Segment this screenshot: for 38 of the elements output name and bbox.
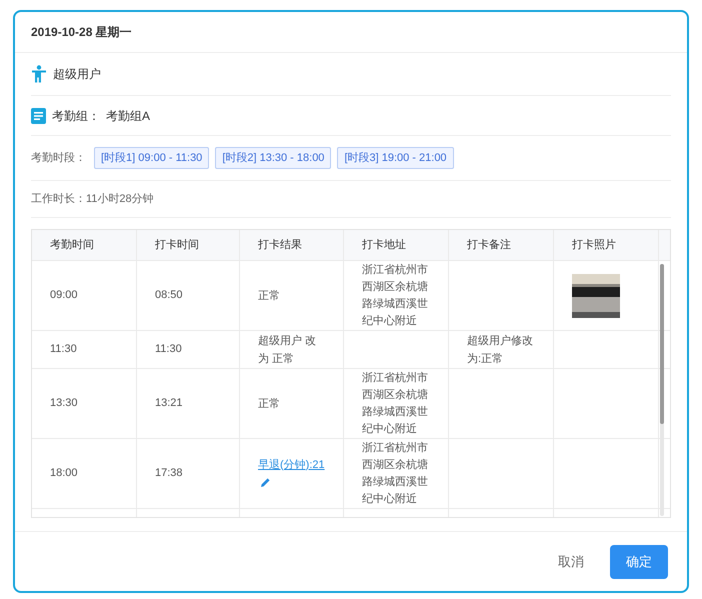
dialog-title: 2019-10-28 星期一: [31, 24, 132, 41]
table-cell-text: 浙江省杭州市西湖区余杭塘路绿城西溪世纪中心附近: [362, 262, 429, 328]
early-leave-link[interactable]: 早退(分钟):21: [258, 458, 325, 470]
period-tag: [时段2] 13:30 - 18:00: [215, 147, 332, 169]
column-header: 打卡备注: [467, 238, 511, 253]
person-icon: [31, 65, 47, 83]
table-cell-text: 浙江省杭州市西湖区余杭塘路绿城西溪世纪中心附近: [362, 370, 429, 436]
table-cell-text: 18:00: [50, 466, 78, 482]
group-label: 考勤组：: [52, 108, 100, 124]
table-cell-text: 11:30: [50, 342, 77, 358]
column-header: 打卡结果: [258, 238, 302, 253]
pencil-icon[interactable]: [261, 478, 270, 488]
table-cell-text: 11:30: [155, 342, 182, 358]
confirm-button[interactable]: 确定: [610, 544, 668, 578]
column-header: 打卡照片: [572, 238, 616, 253]
period-tag: [时段1] 09:00 - 11:30: [94, 147, 210, 169]
column-header: 打卡时间: [155, 238, 199, 253]
table-cell-text: 正常: [258, 396, 281, 412]
scrollbar[interactable]: [660, 264, 664, 516]
column-header: 考勤时间: [50, 238, 94, 253]
column-header: 打卡地址: [362, 238, 406, 253]
periods-label: 考勤时段：: [31, 150, 86, 166]
table-cell-text: 17:38: [155, 466, 183, 482]
document-icon: [31, 108, 46, 124]
table-cell-text: 13:30: [50, 396, 78, 412]
table-cell-text: 正常: [258, 288, 281, 304]
work-duration-value: 11小时28分钟: [86, 192, 154, 207]
cancel-button[interactable]: 取消: [550, 544, 592, 578]
table-cell-text: 09:00: [50, 288, 78, 304]
table-cell-text: 超级用户修改为:正常: [467, 334, 534, 366]
table-cell-text: 浙江省杭州市西湖区余杭塘路绿城西溪世纪中心附近: [362, 440, 429, 506]
user-name: 超级用户: [53, 66, 101, 83]
group-value: 考勤组A: [106, 108, 150, 124]
table-cell-text: 超级用户 改为 正常: [258, 334, 318, 366]
table-cell-text: 13:21: [155, 396, 183, 412]
table-cell-text: 08:50: [155, 288, 183, 304]
work-duration-label: 工作时长：: [31, 192, 86, 207]
period-tag: [时段3] 19:00 - 21:00: [337, 147, 454, 169]
